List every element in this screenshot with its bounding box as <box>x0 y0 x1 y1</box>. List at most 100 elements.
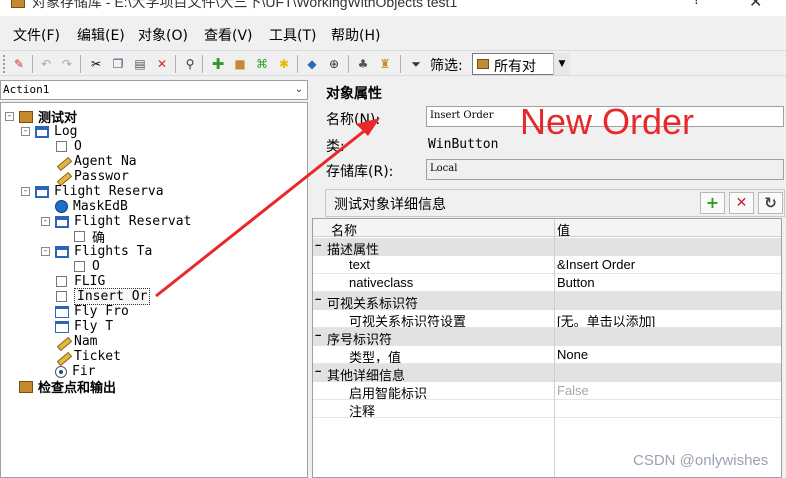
collapse-toggle[interactable]: − <box>315 295 324 306</box>
chevron-down-icon[interactable]: ▼ <box>553 53 570 75</box>
tree-node[interactable]: Ticket <box>55 349 121 364</box>
property-row[interactable]: 启用智能标识 False <box>313 382 781 401</box>
object-spy-icon[interactable]: ⌘ <box>254 56 270 72</box>
filter-dropdown[interactable]: 所有对 ▼ <box>472 53 570 75</box>
menu-object[interactable]: 对象(O) <box>138 25 188 45</box>
property-row[interactable]: 注释 <box>313 400 781 419</box>
object-icon <box>19 110 33 123</box>
class-label: 类: <box>326 139 345 155</box>
toolbar-grip[interactable] <box>3 55 7 73</box>
property-name: nativeclass <box>349 275 414 290</box>
tree-node-label: O <box>74 139 82 154</box>
mask-icon <box>55 200 68 213</box>
delete-icon[interactable]: ✕ <box>154 56 170 72</box>
add-objects-icon[interactable]: ✚ <box>210 56 226 72</box>
collapse-toggle[interactable]: − <box>315 241 324 252</box>
list-icon <box>55 305 69 318</box>
checkbox-icon <box>74 231 85 242</box>
window-title: 对象存储库 - E:\大学项目文件\大三下\UFT\WorkingWithObj… <box>32 0 458 10</box>
annotation-text: New Order <box>520 101 695 142</box>
tree-node[interactable]: Flights Ta <box>55 244 152 259</box>
menu-help[interactable]: 帮助(H) <box>331 25 380 45</box>
tree-node-label: Ticket <box>74 349 121 364</box>
tree-node[interactable]: Fly Fro <box>55 304 129 319</box>
copy-icon[interactable]: ❐ <box>110 56 126 72</box>
merge-icon[interactable]: ⊕ <box>326 56 342 72</box>
object-tree[interactable]: 测试对 - Log - O Agent Na Passwor Flight Reserva - M… <box>0 102 308 478</box>
tree-node[interactable]: O <box>55 139 82 154</box>
collapse-toggle[interactable]: - <box>41 247 50 256</box>
collapse-toggle[interactable]: - <box>21 127 30 136</box>
close-button[interactable]: ✕ <box>749 0 762 11</box>
window-icon <box>35 185 49 198</box>
tree-node-label: Flight Reserva <box>54 184 164 199</box>
menu-edit[interactable]: 编辑(E) <box>77 25 125 45</box>
menu-tools[interactable]: 工具(T) <box>269 25 316 45</box>
filter-value: 所有对 <box>494 59 536 75</box>
tree-node-label: Nam <box>74 334 98 349</box>
property-value[interactable]: False <box>557 383 589 398</box>
tree-node[interactable]: Insert Or <box>55 288 151 305</box>
properties-grid[interactable]: 名称 值 − 描述属性 text &Insert Order nativeclass Bu… <box>312 218 782 478</box>
export-icon[interactable]: ◆ <box>304 56 320 72</box>
checkbox-icon <box>56 291 67 302</box>
tree-node[interactable]: Agent Na <box>55 154 137 169</box>
highlight-in-app-icon[interactable]: ✱ <box>276 56 292 72</box>
tree-node[interactable]: MaskEdB <box>55 199 128 214</box>
tree-node[interactable]: 检查点和输出 <box>19 379 117 396</box>
tree-node[interactable]: Flight Reservat <box>55 214 191 229</box>
add-local-icon[interactable]: ■ <box>232 56 248 72</box>
row-divider <box>313 417 781 418</box>
collapse-toggle[interactable]: − <box>315 367 324 378</box>
tree-node[interactable]: Nam <box>55 334 97 349</box>
property-row[interactable]: 类型，值 None <box>313 346 781 365</box>
tree-node[interactable]: O <box>73 259 100 274</box>
repository-icon <box>11 0 25 8</box>
collapse-toggle[interactable]: - <box>21 187 30 196</box>
undo-icon[interactable]: ↶ <box>38 56 54 72</box>
tree-node-label: 检查点和输出 <box>38 381 117 396</box>
cut-icon[interactable]: ✂ <box>88 56 104 72</box>
column-divider[interactable] <box>554 219 555 477</box>
menu-file[interactable]: 文件(F) <box>13 25 60 45</box>
property-row[interactable]: text &Insert Order <box>313 256 781 274</box>
property-row[interactable]: nativeclass Button <box>313 274 781 292</box>
property-row[interactable]: 可视关系标识符设置 [无。单击以添加] <box>313 310 781 329</box>
property-value[interactable]: &Insert Order <box>557 257 635 272</box>
manage-icon[interactable]: ♜ <box>377 56 393 72</box>
add-property-button[interactable]: + <box>700 192 725 214</box>
redo-icon[interactable]: ↷ <box>59 56 75 72</box>
window-icon <box>35 125 49 138</box>
remove-property-button[interactable]: ✕ <box>729 192 754 214</box>
property-category-row[interactable]: − 序号标识符 <box>313 328 781 347</box>
tree-node-label: Agent Na <box>74 154 137 169</box>
help-button[interactable]: ? <box>693 0 700 8</box>
tree-node[interactable]: Passwor <box>55 169 129 184</box>
locate-icon[interactable]: ♣ <box>355 56 371 72</box>
tree-node[interactable]: 确 <box>73 229 105 246</box>
action-selector[interactable]: Action1 ⌄ <box>0 80 308 100</box>
test-object-details-header: 测试对象详细信息 + ✕ ↻ <box>325 189 785 217</box>
property-category-row[interactable]: − 其他详细信息 <box>313 364 781 383</box>
toolbar-separator <box>348 55 349 73</box>
property-category-row[interactable]: − 描述属性 <box>313 238 781 257</box>
property-category-row[interactable]: − 可视关系标识符 <box>313 292 781 311</box>
collapse-toggle[interactable]: − <box>315 331 324 342</box>
find-icon[interactable]: ⚲ <box>182 56 198 72</box>
tree-node[interactable]: Fly T <box>55 319 113 334</box>
object-repository-window: 对象存储库 - E:\大学项目文件\大三下\UFT\WorkingWithObj… <box>0 0 786 478</box>
property-value[interactable]: None <box>557 347 588 362</box>
tree-node[interactable]: Log <box>35 124 77 139</box>
highlight-icon[interactable]: ✎ <box>11 56 27 72</box>
paste-icon[interactable]: ▤ <box>132 56 148 72</box>
tree-node-label: Fly Fro <box>74 304 129 319</box>
menu-view[interactable]: 查看(V) <box>204 25 253 45</box>
tree-node[interactable]: 测试对 <box>19 109 77 126</box>
property-value[interactable]: Button <box>557 275 595 290</box>
tree-node[interactable]: Flight Reserva <box>35 184 164 199</box>
refresh-button[interactable]: ↻ <box>758 192 783 214</box>
collapse-toggle[interactable]: - <box>5 112 14 121</box>
tree-node[interactable]: FLIG <box>55 274 105 289</box>
collapse-toggle[interactable]: - <box>41 217 50 226</box>
chevron-down-icon[interactable]: ⌄ <box>291 81 307 99</box>
